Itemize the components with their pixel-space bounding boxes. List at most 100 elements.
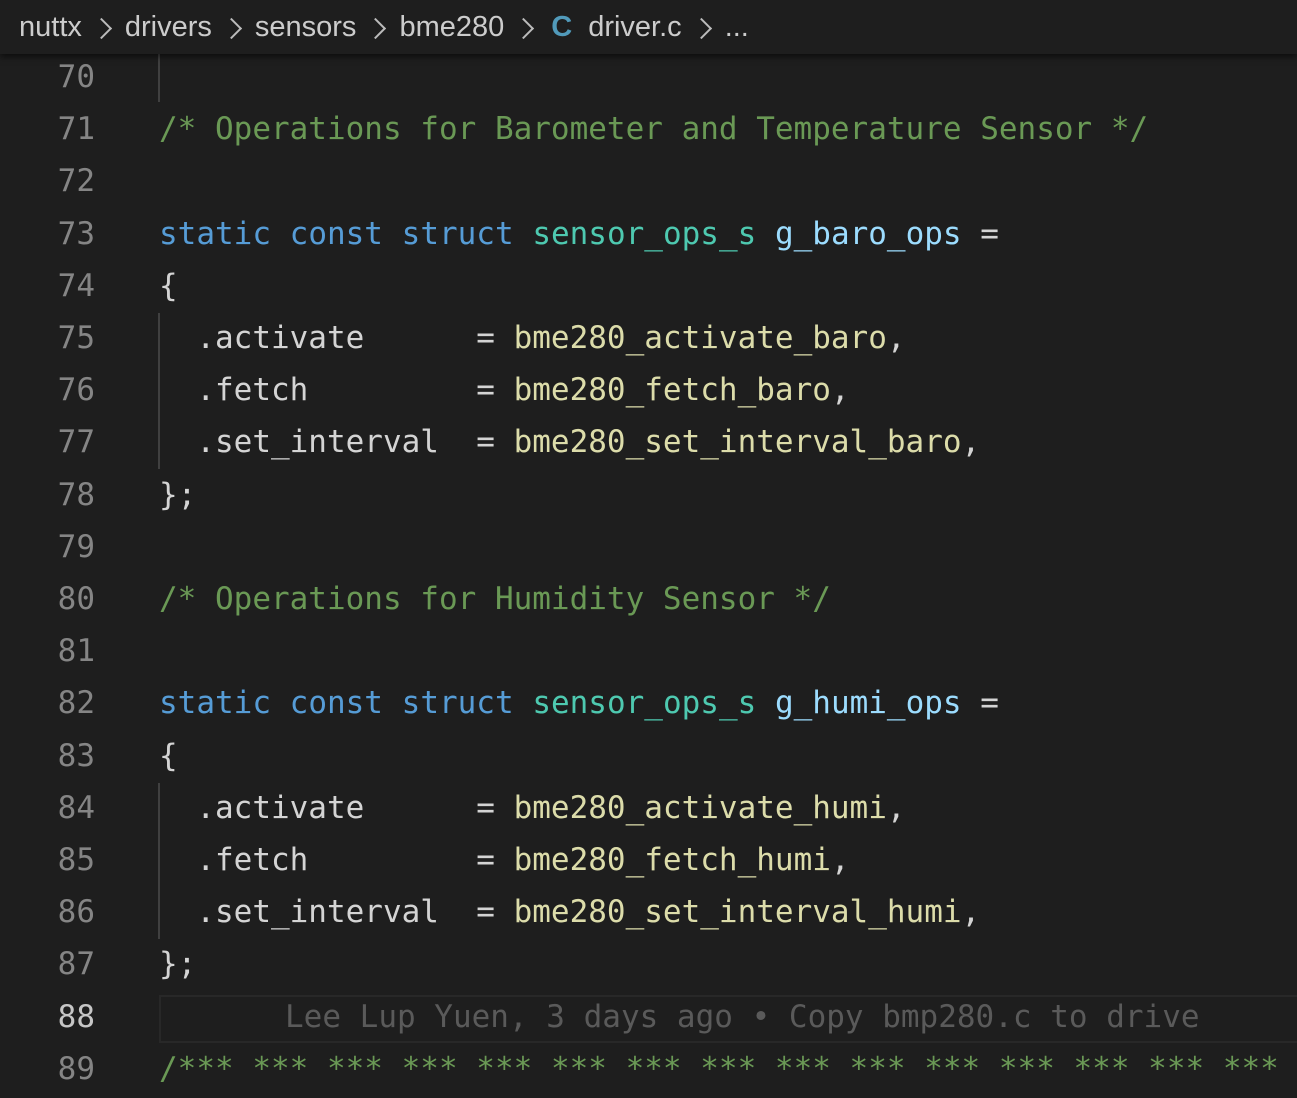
breadcrumb-item-bme280[interactable]: bme280	[399, 11, 504, 44]
code-line[interactable]: 84 .activate = bme280_activate_humi,	[0, 782, 1297, 834]
code-token: /* Operations for Barometer and Temperat…	[159, 111, 1149, 148]
code-line[interactable]: 79	[0, 521, 1297, 573]
line-number: 86	[57, 894, 95, 931]
line-number: 78	[57, 476, 95, 513]
code-token: {	[159, 267, 178, 304]
code-token: static	[159, 685, 271, 722]
code-token: bme280_fetch_baro	[513, 372, 831, 409]
code-token: };	[159, 946, 197, 983]
code-text: static const struct sensor_ops_s g_baro_…	[159, 208, 999, 260]
code-token: const	[289, 685, 383, 722]
breadcrumb-item-drivers[interactable]: drivers	[125, 11, 212, 44]
code-line[interactable]: 85 .fetch = bme280_fetch_humi,	[0, 834, 1297, 886]
code-text: {	[159, 260, 178, 312]
line-number: 83	[57, 737, 95, 774]
code-token: =	[961, 685, 999, 722]
code-text: /* Operations for Humidity Sensor */	[159, 573, 831, 625]
code-token: ,	[961, 894, 981, 931]
git-blame-annotation: Lee Lup Yuen, 3 days ago • Copy bmp280.c…	[285, 998, 1200, 1035]
code-token: static	[159, 215, 271, 252]
code-token: bme280_set_interval_humi	[513, 894, 962, 931]
code-line[interactable]: 86 .set_interval = bme280_set_interval_h…	[0, 886, 1297, 938]
code-token: .activate =	[159, 789, 514, 826]
breadcrumb: nuttx drivers sensors bme280 C driver.c …	[0, 0, 1297, 54]
code-line[interactable]: 88 Lee Lup Yuen, 3 days ago • Copy bmp280…	[0, 991, 1297, 1043]
chevron-right-icon	[365, 17, 387, 39]
code-token: bme280_activate_humi	[513, 789, 887, 826]
breadcrumb-item-nuttx[interactable]: nuttx	[19, 11, 82, 44]
code-text: .set_interval = bme280_set_interval_baro…	[159, 416, 980, 468]
line-number: 73	[57, 215, 95, 252]
line-number: 79	[57, 528, 95, 565]
code-text: .fetch = bme280_fetch_baro,	[159, 364, 849, 416]
breadcrumb-item-file[interactable]: driver.c	[588, 11, 681, 44]
code-editor[interactable]: 70 71 /* Operations for Barometer and Temp…	[0, 52, 1297, 1098]
line-number: 77	[57, 424, 95, 461]
code-text: };	[159, 469, 196, 521]
code-line[interactable]: 89 /*** *** *** *** *** *** *** *** *** *…	[0, 1043, 1297, 1095]
code-line[interactable]: 76 .fetch = bme280_fetch_baro,	[0, 364, 1297, 416]
code-text: .activate = bme280_activate_humi,	[159, 782, 906, 834]
code-token: .set_interval =	[159, 424, 514, 461]
code-line[interactable]: 83 {	[0, 730, 1297, 782]
code-token: ,	[830, 842, 850, 878]
code-token: ,	[886, 789, 906, 826]
line-number: 80	[57, 581, 95, 617]
code-line[interactable]: 87};	[0, 938, 1297, 990]
code-line[interactable]: 80 /* Operations for Humidity Sensor */	[0, 573, 1297, 625]
code-line[interactable]: 77 .set_interval = bme280_set_interval_b…	[0, 416, 1297, 468]
code-text: /*** *** *** *** *** *** *** *** *** ***…	[159, 1043, 1297, 1095]
line-number: 88	[57, 998, 95, 1035]
code-token: .fetch =	[159, 842, 514, 878]
code-token: struct	[401, 685, 514, 722]
code-token: g_baro_ops	[774, 215, 962, 252]
breadcrumb-item-sensors[interactable]: sensors	[255, 11, 357, 44]
line-number: 87	[57, 946, 95, 983]
chevron-right-icon	[220, 17, 242, 39]
code-text: static const struct sensor_ops_s g_humi_…	[159, 677, 999, 729]
code-text: .set_interval = bme280_set_interval_humi…	[159, 886, 980, 938]
line-number: 76	[57, 372, 95, 409]
line-number: 84	[57, 789, 95, 826]
chevron-right-icon	[690, 17, 712, 39]
code-token: =	[961, 215, 999, 252]
code-line[interactable]: 82 static const struct sensor_ops_s g_hum…	[0, 677, 1297, 729]
code-line[interactable]: 75 .activate = bme280_activate_baro,	[0, 312, 1297, 364]
line-number: 72	[57, 163, 95, 200]
c-file-icon: C	[551, 10, 573, 43]
chevron-right-icon	[90, 17, 112, 39]
code-line[interactable]: 73 static const struct sensor_ops_s g_bar…	[0, 208, 1297, 260]
code-line[interactable]: 74 {	[0, 260, 1297, 312]
code-token: {	[159, 737, 178, 774]
code-token: /	[159, 1050, 178, 1087]
chevron-right-icon	[513, 17, 535, 39]
code-token: bme280_fetch_humi	[513, 842, 831, 878]
breadcrumb-ellipsis[interactable]: ...	[725, 11, 749, 44]
code-line[interactable]: 78};	[0, 469, 1297, 521]
code-line[interactable]: 72	[0, 155, 1297, 207]
code-text: {	[159, 730, 178, 782]
code-token: bme280_set_interval_baro	[513, 424, 962, 461]
code-token: .set_interval =	[159, 894, 514, 931]
code-line[interactable]: 71 /* Operations for Barometer and Temper…	[0, 103, 1297, 155]
code-token: sensor_ops_s	[532, 215, 757, 252]
code-text: };	[159, 938, 196, 990]
code-token: .activate =	[159, 320, 514, 356]
code-token: };	[159, 476, 197, 513]
line-number: 70	[57, 59, 95, 95]
code-token: struct	[401, 215, 514, 252]
code-line[interactable]: 81	[0, 625, 1297, 677]
line-number: 75	[57, 320, 95, 356]
code-line[interactable]: 70	[0, 52, 1297, 103]
line-number: 85	[57, 842, 95, 878]
line-number: 71	[57, 111, 95, 148]
code-token: sensor_ops_s	[532, 685, 757, 722]
code-token: const	[289, 215, 383, 252]
code-token: /* Operations for Humidity Sensor */	[159, 581, 831, 617]
